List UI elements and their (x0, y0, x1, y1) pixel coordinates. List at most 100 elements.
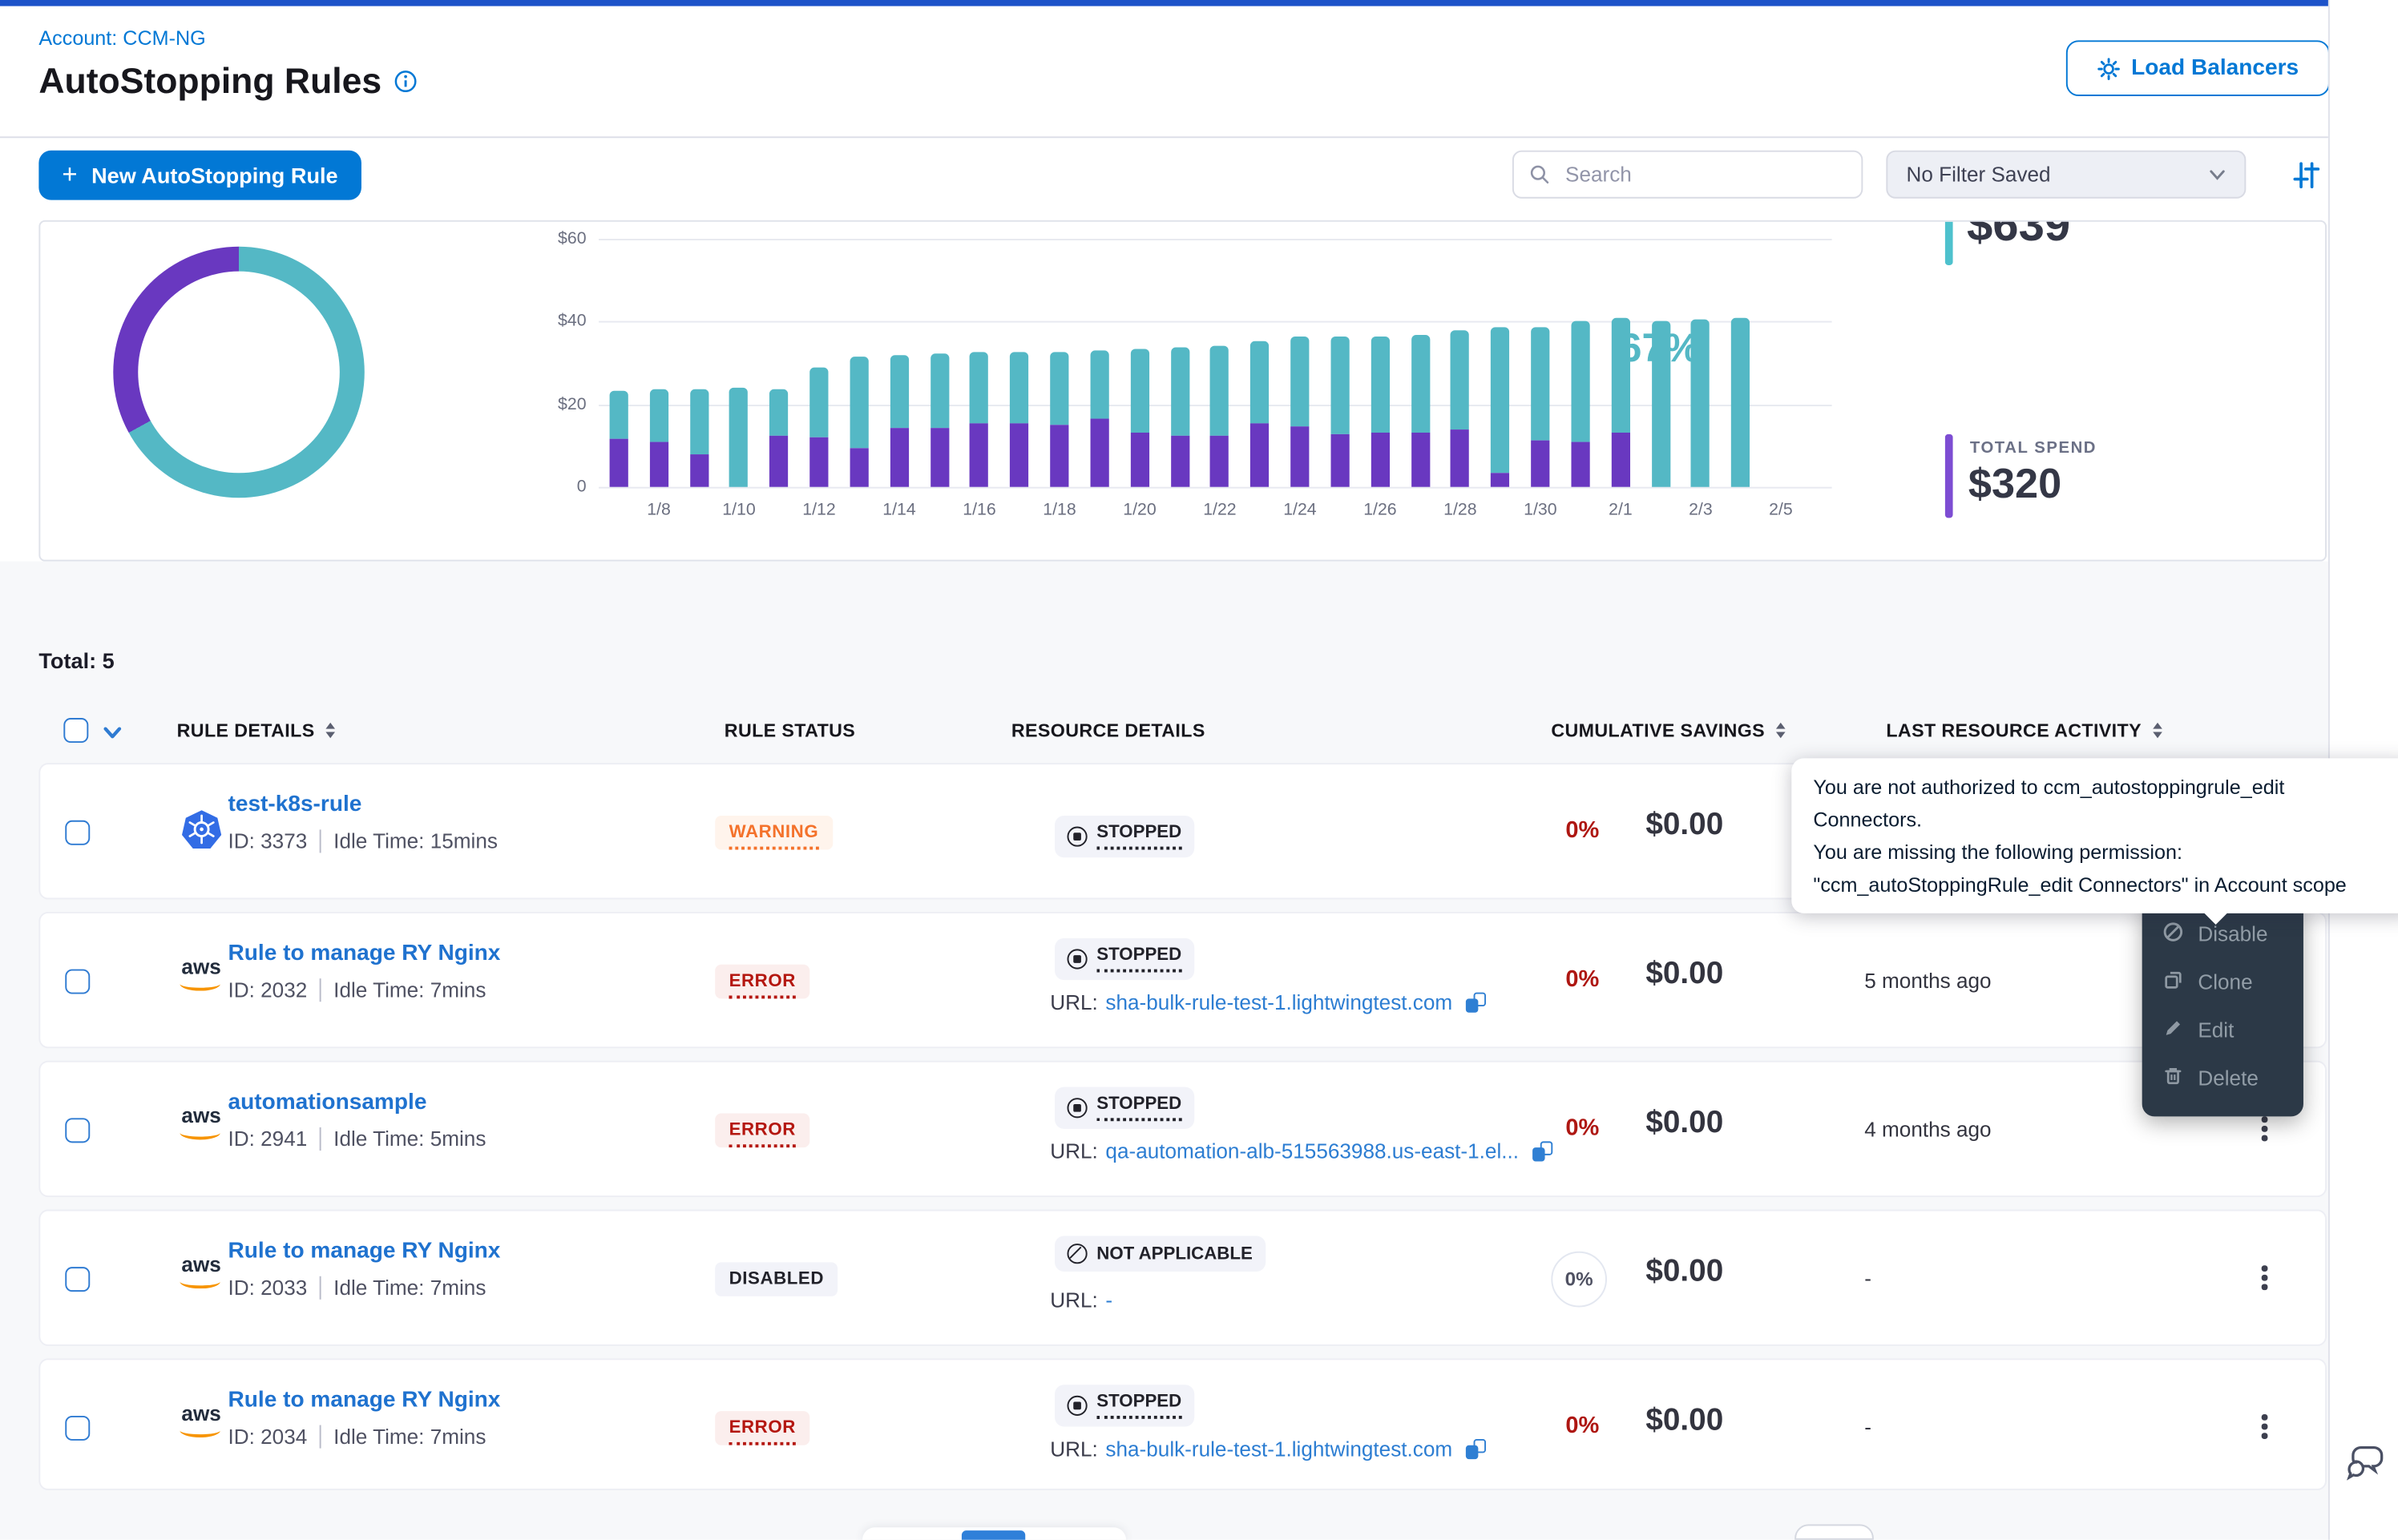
stacked-bar[interactable] (890, 356, 908, 487)
copy-icon[interactable] (1467, 1439, 1487, 1459)
resource-url-link[interactable]: sha-bulk-rule-test-1.lightwingtest.com (1105, 1437, 1452, 1461)
select-all-checkbox[interactable] (63, 718, 88, 743)
row-checkbox[interactable] (65, 970, 90, 994)
column-cumulative-savings[interactable]: CUMULATIVE SAVINGS (1551, 720, 1785, 741)
column-rule-status: RULE STATUS (725, 720, 855, 741)
stacked-bar[interactable] (729, 388, 748, 487)
savings-segment (809, 368, 828, 437)
stacked-bar[interactable] (1451, 330, 1469, 487)
rule-name-link[interactable]: automationsample (228, 1090, 426, 1115)
gear-icon (2097, 57, 2121, 80)
rule-name-link[interactable]: Rule to manage RY Nginx (228, 941, 500, 966)
resource-url-link[interactable]: - (1105, 1288, 1112, 1312)
stacked-bar[interactable] (970, 352, 988, 487)
savings-amount: $0.00 (1645, 1403, 1723, 1439)
rule-status-badge[interactable]: DISABLED (715, 1262, 838, 1296)
stacked-bar[interactable] (649, 389, 668, 487)
resource-state-badge[interactable]: STOPPED (1055, 938, 1194, 979)
table-row: aws Rule to manage RY Nginx ID: 2033Idle… (38, 1210, 2327, 1346)
rule-name-link[interactable]: Rule to manage RY Nginx (228, 1388, 500, 1413)
row-checkbox[interactable] (65, 820, 90, 845)
saved-filter-dropdown[interactable]: No Filter Saved (1886, 151, 2246, 199)
spend-segment (1531, 441, 1549, 487)
menu-item-delete[interactable]: Delete (2142, 1054, 2303, 1103)
savings-segment (970, 352, 988, 423)
stacked-bar[interactable] (1010, 352, 1028, 487)
stacked-bar[interactable] (769, 389, 788, 487)
stacked-bar[interactable] (1731, 317, 1750, 487)
rule-status-badge[interactable]: ERROR (715, 1114, 809, 1148)
stacked-bar[interactable] (1050, 352, 1068, 487)
gridline (599, 239, 1832, 240)
column-rule-details[interactable]: RULE DETAILS (177, 720, 335, 741)
stacked-bar[interactable] (1130, 349, 1149, 487)
resource-state-badge[interactable]: STOPPED (1055, 1087, 1194, 1128)
stacked-bar[interactable] (1531, 326, 1549, 486)
copy-icon[interactable] (1467, 993, 1487, 1013)
stacked-bar[interactable] (1691, 319, 1710, 487)
load-balancers-label: Load Balancers (2131, 56, 2299, 81)
stacked-bar[interactable] (1571, 320, 1589, 487)
spend-segment (930, 428, 948, 487)
rule-status-badge[interactable]: ERROR (715, 1411, 809, 1445)
resource-url-link[interactable]: sha-bulk-rule-test-1.lightwingtest.com (1105, 991, 1452, 1014)
stacked-bar[interactable] (1491, 326, 1509, 486)
stacked-bar[interactable] (1250, 341, 1269, 487)
column-last-resource-activity[interactable]: LAST RESOURCE ACTIVITY (1886, 720, 2162, 741)
summary-chart-card: 67% $60$40$2001/81/101/121/141/161/181/2… (38, 220, 2327, 562)
stacked-bar[interactable] (689, 389, 708, 487)
rule-status-badge[interactable]: ERROR (715, 965, 809, 999)
page-title: AutoStopping Rules (38, 60, 417, 102)
savings-segment (890, 356, 908, 428)
spend-segment (850, 449, 868, 487)
search-input[interactable] (1562, 161, 1846, 187)
filter-panel-icon[interactable] (2291, 159, 2322, 191)
spend-segment (1491, 473, 1509, 487)
rule-name-link[interactable]: test-k8s-rule (228, 792, 361, 817)
stacked-bar[interactable] (1090, 350, 1108, 486)
stacked-bar[interactable] (1290, 337, 1309, 487)
stacked-bar[interactable] (1170, 347, 1189, 486)
load-balancers-button[interactable]: Load Balancers (2066, 40, 2330, 96)
stacked-bar[interactable] (1330, 337, 1349, 487)
row-checkbox[interactable] (65, 1267, 90, 1292)
savings-segment (930, 353, 948, 427)
sort-icon[interactable] (2153, 723, 2162, 738)
stacked-bar[interactable] (1210, 346, 1229, 486)
stacked-bar[interactable] (850, 357, 868, 487)
copy-icon[interactable] (1532, 1141, 1552, 1161)
stacked-bar[interactable] (1611, 317, 1629, 487)
chat-support-icon[interactable] (2342, 1442, 2388, 1486)
pagination-current-page[interactable] (962, 1530, 1025, 1540)
last-activity: - (1864, 1267, 1871, 1290)
menu-item-clone[interactable]: Clone (2142, 958, 2303, 1006)
row-checkbox[interactable] (65, 1118, 90, 1143)
stacked-bar[interactable] (1371, 337, 1389, 487)
select-menu-chevron-icon[interactable] (103, 726, 123, 741)
stacked-bar[interactable] (1411, 335, 1429, 487)
sort-icon[interactable] (325, 723, 335, 738)
row-options-kebab-icon[interactable] (2255, 1408, 2273, 1444)
resource-url-link[interactable]: qa-automation-alb-515563988.us-east-1.el… (1105, 1139, 1519, 1163)
menu-item-edit[interactable]: Edit (2142, 1006, 2303, 1054)
stacked-bar[interactable] (930, 353, 948, 486)
savings-percent: 0% (1522, 817, 1600, 844)
new-autostopping-rule-button[interactable]: + New AutoStopping Rule (38, 151, 361, 200)
stacked-bar[interactable] (1651, 321, 1669, 486)
rule-status-badge[interactable]: WARNING (715, 816, 832, 850)
rule-name-link[interactable]: Rule to manage RY Nginx (228, 1239, 500, 1264)
bottom-right-button[interactable] (1794, 1524, 1874, 1539)
savings-segment (1691, 319, 1710, 487)
stacked-bar[interactable] (809, 368, 828, 487)
info-icon[interactable] (394, 70, 418, 93)
row-options-kebab-icon[interactable] (2255, 1259, 2273, 1295)
savings-segment (1170, 347, 1189, 436)
stacked-bar[interactable] (609, 390, 628, 486)
account-breadcrumb[interactable]: Account: CCM-NG (38, 26, 205, 50)
resource-state-badge[interactable]: NOT APPLICABLE (1055, 1236, 1265, 1272)
resource-state-badge[interactable]: STOPPED (1055, 1385, 1194, 1425)
row-checkbox[interactable] (65, 1416, 90, 1441)
resource-state-badge[interactable]: STOPPED (1055, 816, 1194, 857)
sort-icon[interactable] (1776, 723, 1786, 738)
spend-segment (769, 436, 788, 486)
